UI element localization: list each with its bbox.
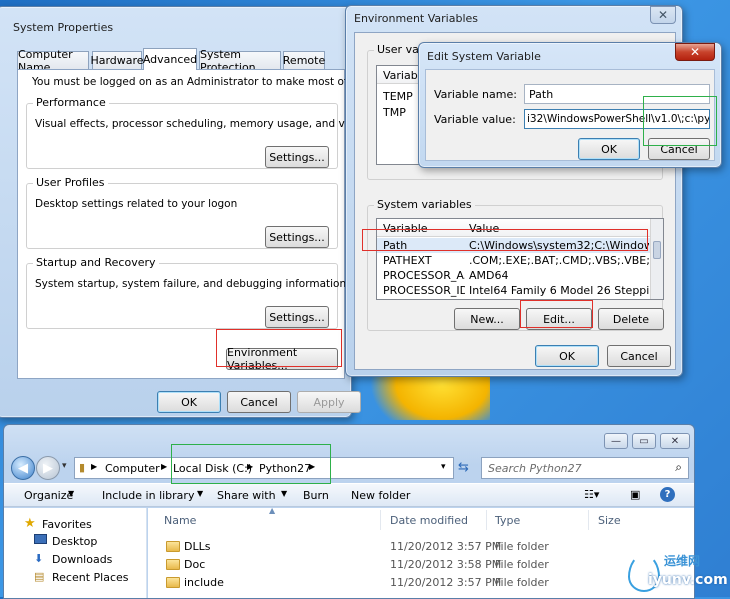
group-title: Performance (33, 96, 109, 109)
list-item[interactable]: TEMP (383, 90, 413, 103)
performance-group: Performance Visual effects, processor sc… (26, 96, 419, 169)
group-title: System variables (374, 198, 475, 211)
preview-pane-icon[interactable]: ▣ (630, 488, 640, 501)
include-dropdown-icon: ▼ (197, 489, 204, 498)
include-in-library-button[interactable]: Include in library (102, 489, 194, 502)
highlight-environment-variables (216, 329, 342, 367)
tab-advanced[interactable]: Advanced (143, 48, 197, 70)
table-row[interactable]: PATHEXT .COM;.EXE;.BAT;.CMD;.VBS;.VBE;.J… (377, 253, 651, 268)
user-profiles-group: User Profiles Desktop settings related t… (26, 176, 338, 249)
search-input[interactable]: Search Python27 ⌕ (481, 457, 689, 479)
folder-icon (166, 577, 180, 588)
cancel-button[interactable]: Cancel (227, 391, 291, 413)
group-title: Startup and Recovery (33, 256, 159, 269)
recent-pages-icon[interactable]: ▾ (62, 461, 67, 471)
window-title: Edit System Variable (427, 50, 541, 63)
nav-recent-places[interactable]: Recent Places (52, 571, 129, 584)
highlight-python27-path (171, 444, 331, 484)
group-description: Desktop settings related to your logon (35, 198, 238, 210)
user-profiles-settings-button[interactable]: Settings... (265, 226, 329, 248)
downloads-icon: ⬇ (34, 552, 44, 565)
ok-button[interactable]: OK (578, 138, 640, 160)
close-icon[interactable]: ✕ (650, 6, 676, 24)
back-icon[interactable]: ◀ (11, 456, 35, 480)
column-type[interactable]: Type (495, 514, 520, 527)
search-icon[interactable]: ⌕ (675, 460, 682, 475)
table-row[interactable]: Doc 11/20/2012 3:58 PM File folder (148, 556, 694, 574)
desktop-icon (34, 534, 47, 544)
recent-places-icon: ▤ (34, 570, 45, 583)
breadcrumb-separator: ▶ (161, 462, 168, 471)
organize-button[interactable]: Organize (24, 489, 73, 502)
highlight-python-path (643, 96, 717, 146)
breadcrumb-separator: ▶ (91, 462, 98, 471)
new-folder-button[interactable]: New folder (351, 489, 410, 502)
close-button[interactable]: ✕ (660, 433, 690, 449)
performance-settings-button[interactable]: Settings... (265, 146, 329, 168)
ok-button[interactable]: OK (535, 345, 599, 367)
ok-button[interactable]: OK (157, 391, 221, 413)
startup-recovery-group: Startup and Recovery System startup, sys… (26, 256, 346, 329)
explorer-window: — ▭ ✕ ◀ ▶ ▾ ▮ ▶ Computer ▶ Local Disk (C… (3, 424, 695, 599)
nav-favorites[interactable]: Favorites (42, 518, 92, 531)
help-icon[interactable]: ? (660, 487, 675, 502)
star-icon: ★ (24, 516, 36, 531)
column-date-modified[interactable]: Date modified (390, 514, 468, 527)
tab-computer-name[interactable]: Computer Name (17, 48, 89, 74)
apply-button[interactable]: Apply (297, 391, 361, 413)
table-row[interactable]: PROCESSOR_ID... Intel64 Family 6 Model 2… (377, 283, 651, 298)
window-title: Environment Variables (354, 12, 479, 25)
breadcrumb-computer[interactable]: Computer (105, 462, 160, 475)
tab-remote[interactable]: Remote (283, 51, 325, 69)
minimize-button[interactable]: — (604, 433, 628, 449)
table-row[interactable]: include 11/20/2012 3:57 PM File folder (148, 574, 694, 592)
tab-hardware[interactable]: Hardware (90, 51, 144, 69)
column-name[interactable]: Name (164, 514, 196, 527)
folder-icon: ▮ (79, 461, 86, 474)
share-with-button[interactable]: Share with (217, 489, 276, 502)
system-variables-group: System variables Variable Value Path C:\… (367, 198, 664, 331)
burn-button[interactable]: Burn (303, 489, 329, 502)
window-title: System Properties (13, 21, 114, 34)
watermark-brand: 运维网 (664, 554, 701, 568)
share-dropdown-icon: ▼ (281, 489, 288, 498)
folder-icon (166, 559, 180, 570)
close-icon[interactable]: ✕ (675, 43, 715, 61)
new-button[interactable]: New... (454, 308, 520, 330)
navigation-pane: ★ Favorites Desktop ⬇ Downloads ▤ Recent… (4, 508, 147, 598)
variable-value-label: Variable value: (434, 113, 516, 126)
file-list: ▲ Name Date modified Type Size DLLs 11/2… (148, 506, 694, 598)
command-bar: Organize ▼ Include in library ▼ Share wi… (4, 483, 694, 507)
sort-indicator-icon: ▲ (269, 506, 276, 515)
variable-name-label: Variable name: (434, 88, 517, 101)
address-dropdown-icon[interactable]: ▾ (441, 462, 446, 472)
folder-icon (166, 541, 180, 552)
nav-downloads[interactable]: Downloads (52, 553, 112, 566)
table-row[interactable]: DLLs 11/20/2012 3:57 PM File folder (148, 538, 694, 556)
scrollbar[interactable] (650, 219, 663, 299)
tab-system-protection[interactable]: System Protection (199, 48, 281, 74)
forward-icon[interactable]: ▶ (36, 456, 60, 480)
delete-button[interactable]: Delete (598, 308, 664, 330)
startup-settings-button[interactable]: Settings... (265, 306, 329, 328)
refresh-icon[interactable]: ⇆ (458, 460, 469, 475)
group-title: User Profiles (33, 176, 108, 189)
cancel-button[interactable]: Cancel (607, 345, 671, 367)
nav-desktop[interactable]: Desktop (52, 535, 97, 548)
column-size[interactable]: Size (598, 514, 621, 527)
table-row[interactable]: PROCESSOR_A... AMD64 (377, 268, 651, 283)
highlight-edit-button (520, 300, 593, 328)
group-description: System startup, system failure, and debu… (35, 278, 347, 290)
organize-dropdown-icon: ▼ (68, 489, 75, 498)
highlight-path-row (362, 229, 648, 251)
watermark-domain: iyunv.com (648, 572, 728, 588)
list-item[interactable]: TMP (383, 106, 406, 119)
watermark: 运维网 iyunv.com (620, 548, 728, 594)
maximize-button[interactable]: ▭ (632, 433, 656, 449)
view-options-icon[interactable]: ☷▾ (584, 488, 599, 501)
